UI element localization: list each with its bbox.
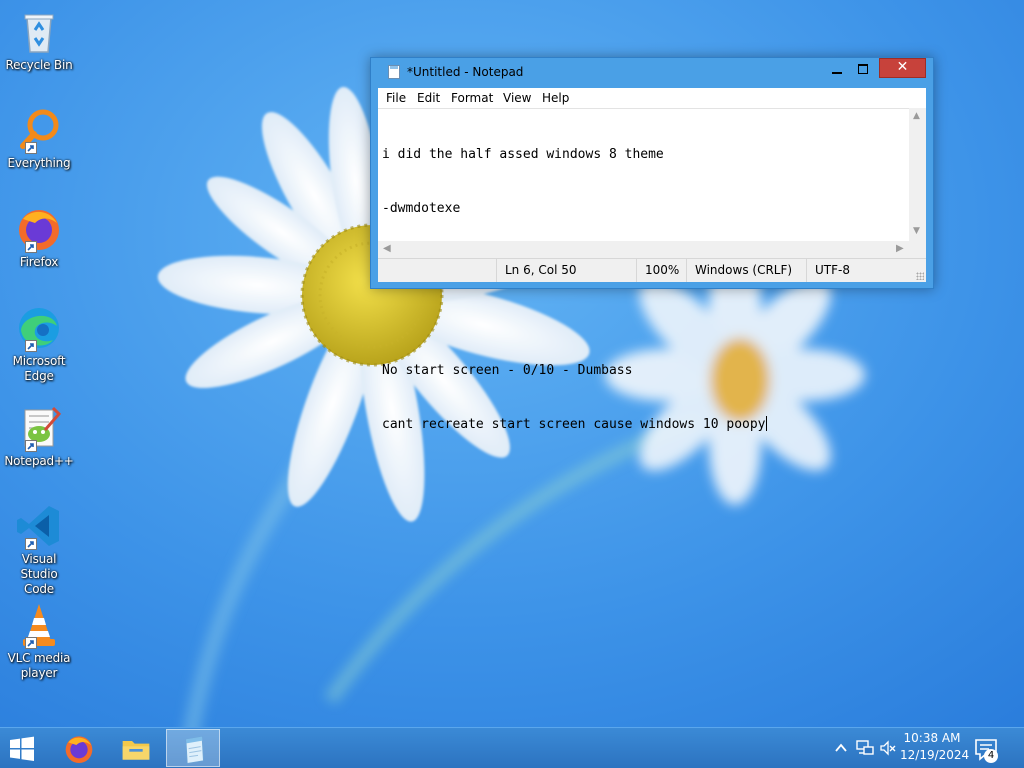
status-cursor-position: Ln 6, Col 50 <box>496 259 636 282</box>
volume-muted-icon[interactable] <box>879 739 897 757</box>
status-bar: Ln 6, Col 50 100% Windows (CRLF) UTF-8 <box>378 258 926 282</box>
edge-icon <box>15 304 63 352</box>
text-line: cant recreate start screen cause windows… <box>382 417 766 432</box>
desktop-icon-label: Recycle Bin <box>5 58 73 72</box>
taskbar-firefox-button[interactable] <box>52 729 106 767</box>
clock-date[interactable]: 12/19/2024 <box>900 748 969 762</box>
network-icon[interactable] <box>856 739 874 757</box>
text-line: -dwmdotexe <box>382 201 461 216</box>
minimize-button[interactable] <box>823 62 847 78</box>
text-line-with-caret: cant recreate start screen cause windows… <box>382 416 909 434</box>
maximize-button[interactable] <box>850 61 874 79</box>
recycle-bin-icon <box>15 8 63 56</box>
desktop-icon-label: Visual Studio Code <box>20 552 58 596</box>
desktop-icon-notepad-plus-plus[interactable]: Notepad++ <box>2 404 76 469</box>
everything-search-icon <box>15 106 63 154</box>
show-hidden-icons-icon[interactable] <box>832 739 850 757</box>
notepad-icon[interactable] <box>388 65 400 79</box>
status-encoding: UTF-8 <box>806 259 916 282</box>
vlc-icon <box>15 601 63 649</box>
taskbar-notepad-button[interactable] <box>166 729 220 767</box>
shortcut-arrow-icon <box>25 340 37 352</box>
taskbar: 10:38 AM 12/19/2024 4 <box>0 727 1024 768</box>
close-button[interactable]: ✕ <box>879 58 926 78</box>
desktop-icon-label: Firefox <box>19 255 59 269</box>
desktop-icon-label: Notepad++ <box>4 454 74 468</box>
scroll-up-arrow-icon[interactable]: ▲ <box>913 111 920 121</box>
clock-time[interactable]: 10:38 AM <box>900 731 964 745</box>
desktop-icon-visual-studio-code[interactable]: Visual Studio Code <box>2 502 76 597</box>
scroll-right-arrow-icon[interactable]: ▶ <box>896 243 904 254</box>
text-line: No start screen - 0/10 - Dumbass <box>382 363 633 378</box>
notepad-icon <box>185 736 204 764</box>
notepad-plus-plus-icon <box>15 404 63 452</box>
shortcut-arrow-icon <box>25 538 37 550</box>
menu-view[interactable]: View <box>503 91 531 105</box>
shortcut-arrow-icon <box>25 440 37 452</box>
taskbar-file-explorer-button[interactable] <box>109 729 163 767</box>
notepad-client-area: File Edit Format View Help i did the hal… <box>378 88 926 432</box>
status-line-endings: Windows (CRLF) <box>686 259 806 282</box>
shortcut-arrow-icon <box>25 142 37 154</box>
status-zoom: 100% <box>636 259 686 282</box>
menu-bar: File Edit Format View Help <box>378 88 926 108</box>
desktop-icon-firefox[interactable]: Firefox <box>2 205 76 270</box>
firefox-icon <box>65 736 93 763</box>
menu-edit[interactable]: Edit <box>417 91 440 105</box>
horizontal-scrollbar[interactable]: ◀ ▶ <box>378 241 909 258</box>
desktop-icon-label: Everything <box>7 156 71 170</box>
menu-file[interactable]: File <box>386 91 406 105</box>
notepad-window[interactable]: *Untitled - Notepad ✕ File Edit Format V… <box>370 57 934 432</box>
vscode-icon <box>15 502 63 550</box>
desktop-icon-label: VLC media player <box>7 651 71 680</box>
desktop-icon-microsoft-edge[interactable]: Microsoft Edge <box>2 304 76 384</box>
desktop-icon-everything[interactable]: Everything <box>2 106 76 171</box>
shortcut-arrow-icon <box>25 637 37 649</box>
scroll-left-arrow-icon[interactable]: ◀ <box>383 243 391 254</box>
notepad-titlebar[interactable]: *Untitled - Notepad ✕ <box>371 58 933 87</box>
text-editor-area[interactable]: i did the half assed windows 8 theme -dw… <box>378 108 909 432</box>
menu-help[interactable]: Help <box>542 91 569 105</box>
shortcut-arrow-icon <box>25 241 37 253</box>
desktop-icon-recycle-bin[interactable]: Recycle Bin <box>2 8 76 73</box>
text-caret <box>765 416 767 431</box>
menu-format[interactable]: Format <box>451 91 493 105</box>
windows-logo-icon <box>10 736 34 761</box>
start-button[interactable] <box>8 736 36 762</box>
desktop-icon-vlc[interactable]: VLC media player <box>2 601 76 681</box>
notification-count-badge: 4 <box>984 749 998 763</box>
scroll-down-arrow-icon[interactable]: ▼ <box>913 226 920 236</box>
window-title: *Untitled - Notepad <box>407 65 524 79</box>
resize-grip-icon[interactable] <box>916 272 924 280</box>
scrollbar-corner <box>909 241 926 258</box>
vertical-scrollbar[interactable]: ▲ ▼ <box>909 108 926 241</box>
desktop-icon-label: Microsoft Edge <box>12 354 66 383</box>
text-line: i did the half assed windows 8 theme <box>382 147 664 162</box>
firefox-icon <box>15 205 63 253</box>
text-line <box>382 308 909 326</box>
folder-icon <box>122 741 150 760</box>
